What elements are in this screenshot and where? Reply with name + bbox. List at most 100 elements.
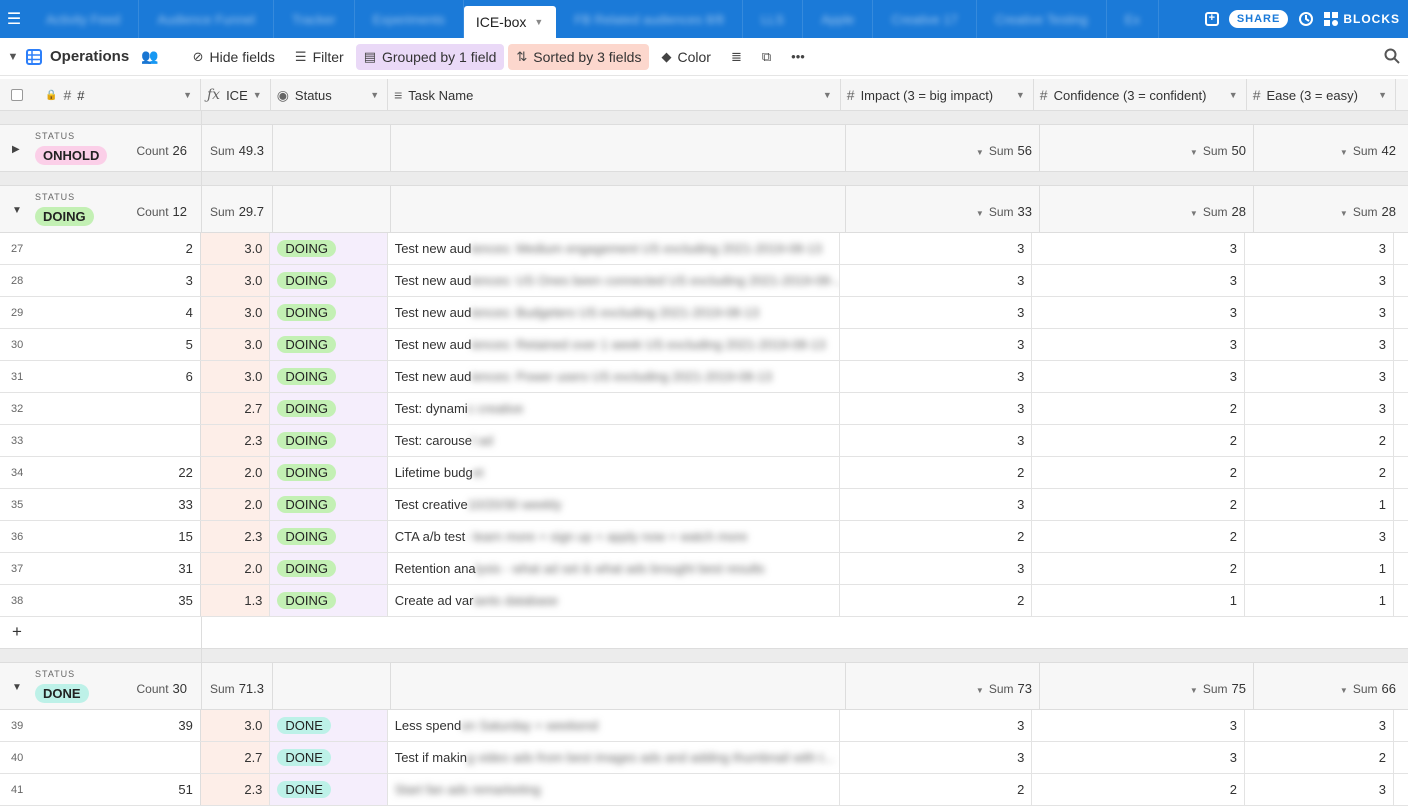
table-row[interactable]: 29 4 3.0 DOING Test new aud iences: Budgeters… (0, 297, 1408, 329)
number-cell[interactable]: 33 (40, 489, 201, 520)
ease-cell[interactable]: 3 (1245, 521, 1394, 552)
status-cell[interactable]: DOING (270, 329, 388, 360)
task-name-cell[interactable]: Test: carouse l ad (388, 425, 840, 456)
status-cell[interactable]: DOING (270, 457, 388, 488)
ease-cell[interactable]: 3 (1245, 265, 1394, 296)
table-row[interactable]: 28 3 3.0 DOING Test new aud iences: US Ones b… (0, 265, 1408, 297)
ease-cell[interactable]: 1 (1245, 553, 1394, 584)
header-add-field[interactable] (1396, 79, 1408, 111)
tab-2[interactable]: Tracker (274, 0, 355, 38)
ice-cell[interactable]: 3.0 (200, 233, 271, 264)
task-name-cell[interactable]: Create ad var iants database (388, 585, 840, 616)
header-task[interactable]: ≡ Task Name ▼ (388, 79, 841, 111)
tab-4[interactable]: ICE-box ▼ (463, 6, 557, 38)
ease-cell[interactable]: 3 (1245, 297, 1394, 328)
ice-cell[interactable]: 2.7 (200, 742, 271, 773)
number-cell[interactable]: 22 (40, 457, 201, 488)
confidence-cell[interactable]: 3 (1032, 329, 1245, 360)
table-row[interactable]: 41 51 2.3 DONE Start fan ads remarketing 2 2 3 (0, 774, 1408, 806)
group-impact-sum[interactable]: ▼ Sum 33 (976, 204, 1032, 219)
ease-cell[interactable]: 1 (1245, 585, 1394, 616)
chevron-down-icon[interactable]: ▼ (1378, 90, 1387, 100)
number-cell[interactable]: 6 (40, 361, 201, 392)
collapse-triangle-icon[interactable]: ▼ (12, 682, 22, 693)
confidence-cell[interactable]: 2 (1032, 553, 1245, 584)
confidence-cell[interactable]: 2 (1032, 393, 1245, 424)
table-row[interactable]: 34 22 2.0 DOING Lifetime budg et 2 2 2 (0, 457, 1408, 489)
group-confidence-sum[interactable]: ▼ Sum 75 (1190, 681, 1246, 696)
group-header-done[interactable]: ▼ STATUS DONE Count 30 Sum 71.3 ▼ Sum 73 ▼ Sum 75 ▼ Su… (0, 662, 1408, 710)
status-cell[interactable]: DOING (270, 585, 388, 616)
header-ease[interactable]: # Ease (3 = easy) ▼ (1247, 79, 1396, 111)
hide-fields-button[interactable]: ⊘ Hide fields (185, 44, 283, 70)
ease-cell[interactable]: 3 (1245, 710, 1394, 741)
number-cell[interactable]: 31 (40, 553, 201, 584)
status-cell[interactable]: DOING (270, 265, 388, 296)
tab-7[interactable]: Apple (803, 0, 874, 38)
number-cell[interactable] (40, 742, 201, 773)
number-cell[interactable]: 15 (40, 521, 201, 552)
status-cell[interactable]: DONE (270, 710, 388, 741)
group-ice-sum[interactable]: Sum 29.7 (210, 204, 264, 219)
ice-cell[interactable]: 1.3 (200, 585, 271, 616)
ice-cell[interactable]: 2.0 (200, 553, 271, 584)
confidence-cell[interactable]: 3 (1032, 710, 1245, 741)
more-options-button[interactable]: ••• (783, 44, 813, 69)
share-button[interactable]: SHARE (1228, 10, 1289, 28)
confidence-cell[interactable]: 1 (1032, 585, 1245, 616)
status-cell[interactable]: DOING (270, 297, 388, 328)
number-cell[interactable]: 2 (40, 233, 201, 264)
table-row[interactable]: 30 5 3.0 DOING Test new aud iences: Retained … (0, 329, 1408, 361)
status-cell[interactable]: DOING (270, 393, 388, 424)
add-record-button[interactable]: + (0, 617, 202, 648)
impact-cell[interactable]: 3 (840, 265, 1033, 296)
impact-cell[interactable]: 2 (840, 774, 1033, 805)
number-cell[interactable]: 39 (40, 710, 201, 741)
impact-cell[interactable]: 3 (840, 329, 1033, 360)
status-cell[interactable]: DONE (270, 742, 388, 773)
table-row[interactable]: 38 35 1.3 DOING Create ad var iants database 2… (0, 585, 1408, 617)
header-ice[interactable]: ƒx ICE ▼ (201, 79, 271, 111)
tab-3[interactable]: Experiments (355, 0, 464, 38)
ease-cell[interactable]: 3 (1245, 774, 1394, 805)
blocks-button[interactable]: BLOCKS (1324, 12, 1400, 26)
chevron-down-icon[interactable]: ▼ (253, 90, 262, 100)
group-ease-sum[interactable]: ▼ Sum 28 (1340, 204, 1396, 219)
task-name-cell[interactable]: Retention ana lysis - what ad set & what … (388, 553, 840, 584)
confidence-cell[interactable]: 2 (1032, 521, 1245, 552)
number-cell[interactable] (40, 393, 201, 424)
ice-cell[interactable]: 2.0 (200, 457, 271, 488)
table-row[interactable]: 27 2 3.0 DOING Test new aud iences: Medium en… (0, 233, 1408, 265)
tab-5[interactable]: FB Related audiences 8/8 (556, 0, 743, 38)
status-cell[interactable]: DOING (270, 361, 388, 392)
collaborators-icon[interactable]: 👥 (141, 48, 158, 65)
ease-cell[interactable]: 2 (1245, 742, 1394, 773)
task-name-cell[interactable]: CTA a/b test - learn more + sign up + ap… (388, 521, 840, 552)
table-row[interactable]: 40 2.7 DONE Test if makin g video ads from b… (0, 742, 1408, 774)
task-name-cell[interactable]: Start fan ads remarketing (388, 774, 840, 805)
header-number[interactable]: 🔒 # # ▼ (0, 79, 201, 111)
collapse-triangle-icon[interactable]: ▼ (12, 205, 22, 216)
tab-menu-chevron-icon[interactable]: ▼ (534, 17, 543, 27)
task-name-cell[interactable]: Test new aud iences: US Ones been connect… (388, 265, 840, 296)
ice-cell[interactable]: 2.7 (200, 393, 271, 424)
header-confidence[interactable]: # Confidence (3 = confident) ▼ (1034, 79, 1247, 111)
group-impact-sum[interactable]: ▼ Sum 73 (976, 681, 1032, 696)
tab-0[interactable]: Activity Feed (28, 0, 140, 38)
group-ice-sum[interactable]: Sum 49.3 (210, 143, 264, 158)
number-cell[interactable]: 51 (40, 774, 201, 805)
impact-cell[interactable]: 3 (840, 233, 1033, 264)
number-cell[interactable]: 5 (40, 329, 201, 360)
number-cell[interactable]: 35 (40, 585, 201, 616)
group-confidence-sum[interactable]: ▼ Sum 50 (1190, 143, 1246, 158)
add-record-row[interactable]: + (0, 617, 1408, 649)
ease-cell[interactable]: 2 (1245, 425, 1394, 456)
table-row[interactable]: 39 39 3.0 DONE Less spend on Saturday + week… (0, 710, 1408, 742)
group-confidence-sum[interactable]: ▼ Sum 28 (1190, 204, 1246, 219)
chevron-down-icon[interactable]: ▼ (823, 90, 832, 100)
ice-cell[interactable]: 2.0 (200, 489, 271, 520)
table-row[interactable]: 33 2.3 DOING Test: carouse l ad 3 2 2 (0, 425, 1408, 457)
impact-cell[interactable]: 3 (840, 489, 1033, 520)
status-cell[interactable]: DOING (270, 425, 388, 456)
tab-6[interactable]: LLS (743, 0, 804, 38)
